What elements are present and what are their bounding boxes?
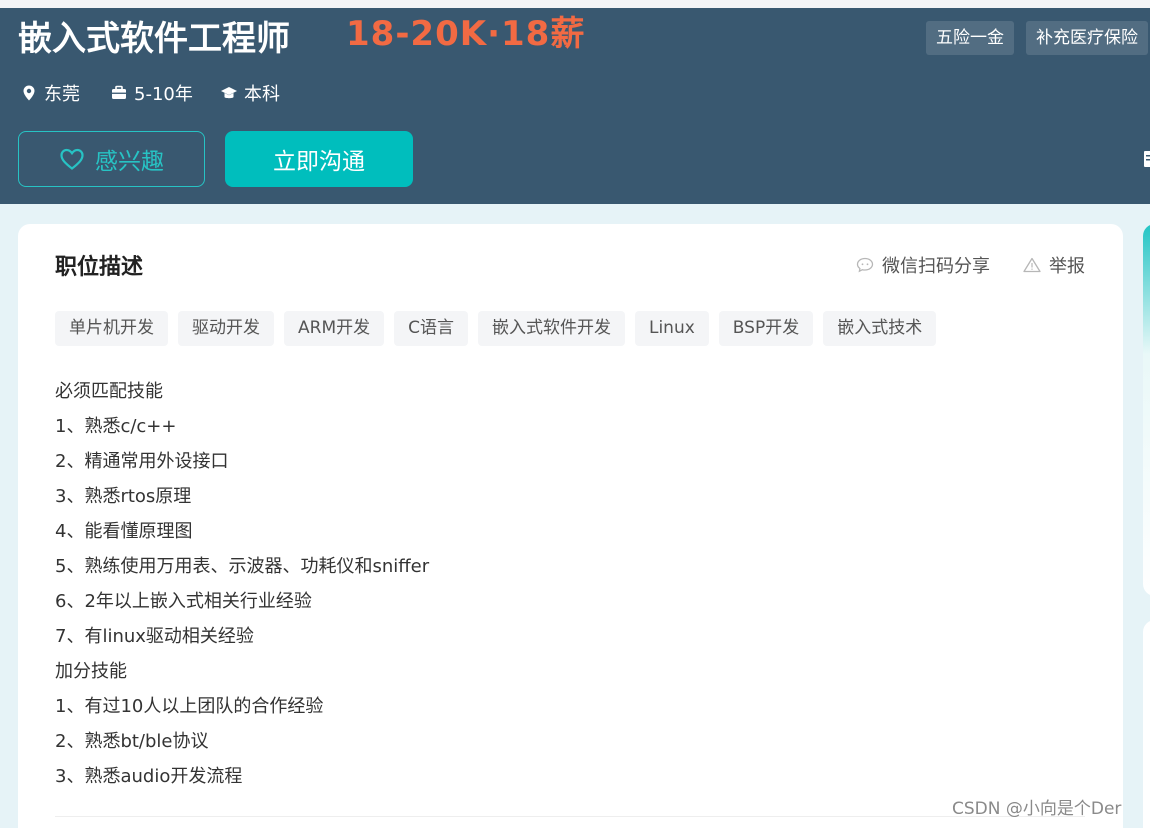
graduation-cap-icon (221, 87, 237, 99)
job-description-card: 职位描述 微信扫码分享 举报 单片机开发 驱动开发 ARM开发 C语言 嵌入式软… (18, 224, 1123, 828)
interest-button[interactable]: 感兴趣 (18, 131, 205, 187)
job-header: 嵌入式软件工程师 18-20K·18薪 五险一金 补充医疗保险 东莞 5-10年… (0, 8, 1150, 204)
description-line: 5、熟练使用万用表、示波器、功耗仪和sniffer (55, 556, 430, 577)
job-degree: 本科 (220, 80, 280, 106)
description-line: 4、能看懂原理图 (55, 521, 193, 542)
wechat-share-link[interactable]: 微信扫码分享 (856, 252, 990, 278)
side-panel (1143, 620, 1150, 828)
job-degree-text: 本科 (244, 84, 280, 105)
job-description-text: 必须匹配技能 1、熟悉c/c++ 2、精通常用外设接口 3、熟悉rtos原理 4… (55, 374, 955, 794)
description-line: 3、熟悉rtos原理 (55, 486, 192, 507)
top-strip (0, 0, 1150, 8)
divider (55, 816, 1085, 817)
skill-tag[interactable]: 嵌入式软件开发 (477, 311, 625, 346)
description-line: 1、有过10人以上团队的合作经验 (55, 696, 324, 717)
skill-tag[interactable]: 驱动开发 (178, 311, 274, 346)
section-title: 职位描述 (55, 255, 144, 280)
salary: 18-20K·18薪 (346, 14, 586, 54)
description-line: 7、有linux驱动相关经验 (55, 626, 254, 647)
benefit-tag: 五险一金 (926, 21, 1014, 55)
briefcase-icon (112, 85, 126, 99)
skill-tag[interactable]: ARM开发 (284, 311, 385, 346)
side-panel (1143, 224, 1150, 596)
description-line: 6、2年以上嵌入式相关行业经验 (55, 591, 312, 612)
chat-bubble-icon (856, 257, 874, 273)
description-line: 2、熟悉bt/ble协议 (55, 731, 209, 752)
location-pin-icon (23, 85, 35, 101)
interest-button-label: 感兴趣 (95, 149, 164, 175)
description-line: 必须匹配技能 (55, 381, 163, 402)
job-experience-text: 5-10年 (134, 84, 193, 105)
job-experience: 5-10年 (110, 80, 193, 106)
skill-tags: 单片机开发 驱动开发 ARM开发 C语言 嵌入式软件开发 Linux BSP开发… (55, 311, 937, 346)
description-line: 2、精通常用外设接口 (55, 451, 229, 472)
skill-tag[interactable]: Linux (634, 311, 709, 346)
job-city-text: 东莞 (44, 84, 80, 105)
skill-tag[interactable]: C语言 (394, 311, 468, 346)
skill-tag[interactable]: 单片机开发 (55, 311, 168, 346)
description-line: 3、熟悉audio开发流程 (55, 766, 243, 787)
benefit-tag: 补充医疗保险 (1026, 21, 1148, 55)
chat-now-button[interactable]: 立即沟通 (225, 131, 413, 187)
report-label: 举报 (1049, 256, 1085, 277)
skill-tag[interactable]: BSP开发 (718, 311, 814, 346)
document-icon[interactable] (1142, 150, 1150, 168)
report-link[interactable]: 举报 (1023, 252, 1085, 278)
description-line: 1、熟悉c/c++ (55, 416, 177, 437)
job-title: 嵌入式软件工程师 (18, 19, 290, 59)
wechat-share-label: 微信扫码分享 (882, 256, 990, 277)
description-line: 加分技能 (55, 661, 127, 682)
heart-icon (60, 148, 84, 170)
job-city: 东莞 (20, 80, 80, 106)
skill-tag[interactable]: 嵌入式技术 (823, 311, 937, 346)
warning-icon (1023, 257, 1041, 273)
watermark: CSDN @小向是个Der (952, 799, 1122, 819)
